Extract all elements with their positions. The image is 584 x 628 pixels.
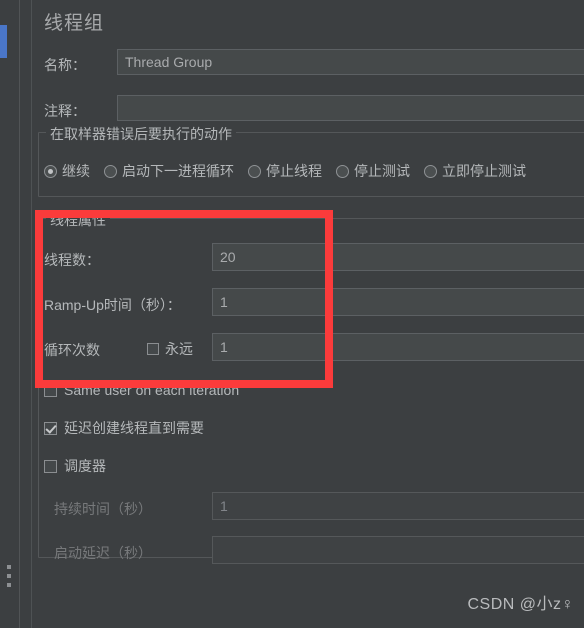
duration-label: 持续时间（秒） [54,501,152,517]
error-action-group-title: 在取样器错误后要执行的动作 [46,124,236,144]
startup-delay-label: 启动延迟（秒） [54,545,152,561]
splitter-dot [7,583,11,587]
startup-delay-input[interactable] [212,536,584,564]
checkbox-checked-icon [44,421,57,435]
delayed-start-label: 延迟创建线程直到需要 [64,420,204,436]
scheduler-checkbox[interactable]: 调度器 [44,456,106,476]
splitter-dot [7,574,11,578]
same-user-checkbox[interactable]: Same user on each iteration [44,382,239,398]
radio-dot-icon [336,164,349,178]
thread-properties-group-title: 线程属性 [46,210,110,230]
main-panel: 线程组 名称： Thread Group 注释： 在取样器错误后要执行的动作 继… [32,0,584,628]
comment-label: 注释： [44,103,86,119]
watermark: CSDN @小z♀ [467,596,574,613]
radio-dot-icon [44,164,57,178]
radio-stop-thread[interactable]: 停止线程 [248,161,322,181]
radio-label: 停止测试 [354,163,410,179]
forever-label: 永远 [165,341,193,357]
radio-label: 立即停止测试 [442,163,526,179]
forever-checkbox[interactable]: 永远 [147,339,193,359]
threads-input[interactable]: 20 [212,243,584,271]
name-label: 名称： [44,57,86,73]
loops-input[interactable]: 1 [212,333,584,361]
checkbox-box-icon [44,459,57,473]
radio-stop-test[interactable]: 停止测试 [336,161,410,181]
radio-label: 停止线程 [266,163,322,179]
error-action-radio-group: 继续 启动下一进程循环 停止线程 停止测试 立即停止测试 [44,161,540,181]
radio-stop-test-now[interactable]: 立即停止测试 [424,161,526,181]
thread-group-panel: 线程组 名称： Thread Group 注释： 在取样器错误后要执行的动作 继… [0,0,584,628]
splitter-dot [7,565,11,569]
duration-input[interactable]: 1 [212,492,584,520]
radio-start-next-loop[interactable]: 启动下一进程循环 [104,161,234,181]
checkbox-box-icon [147,343,159,355]
delayed-start-checkbox[interactable]: 延迟创建线程直到需要 [44,418,204,438]
rampup-label: Ramp-Up时间（秒）： [44,297,181,313]
threads-label: 线程数： [44,252,100,268]
vertical-scrollbar-thumb[interactable] [0,25,7,58]
radio-continue[interactable]: 继续 [44,161,90,181]
radio-label: 继续 [62,163,90,179]
page-title: 线程组 [44,13,105,34]
rampup-input[interactable]: 1 [212,288,584,316]
loops-label: 循环次数 [44,342,100,358]
same-user-label: Same user on each iteration [64,382,240,398]
comment-input[interactable] [117,95,584,121]
radio-label: 启动下一进程循环 [122,163,234,179]
radio-dot-icon [424,164,437,178]
splitter-handle[interactable] [6,565,12,587]
scheduler-label: 调度器 [64,458,106,474]
left-gutter [0,0,20,628]
radio-dot-icon [104,164,117,178]
gutter-divider [19,0,20,628]
checkbox-box-icon [44,383,57,397]
radio-dot-icon [248,164,261,178]
vertical-scrollbar-track[interactable] [0,0,7,628]
name-input[interactable]: Thread Group [117,49,584,75]
